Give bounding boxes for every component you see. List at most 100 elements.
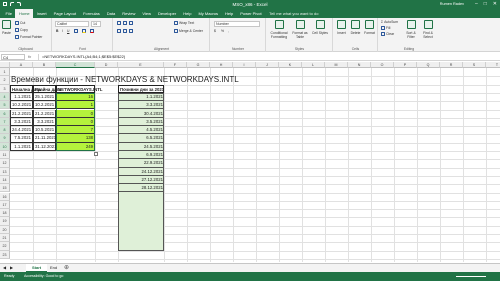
row-header[interactable]: 22 bbox=[0, 242, 10, 251]
holiday-cell[interactable]: 24.12.2021 bbox=[118, 168, 164, 176]
row-header[interactable]: 20 bbox=[0, 225, 10, 234]
fill-button[interactable]: Fill bbox=[381, 26, 390, 30]
maximize-icon[interactable]: □ bbox=[484, 1, 487, 7]
sort-filter-button[interactable]: Sort & Filter bbox=[403, 20, 419, 39]
currency-button[interactable]: $ bbox=[214, 29, 216, 33]
start-date-cell[interactable]: 3.3.2021 bbox=[10, 117, 33, 127]
column-header[interactable]: I bbox=[233, 62, 256, 68]
column-header[interactable]: D bbox=[95, 62, 118, 68]
fx-icon[interactable]: fx bbox=[28, 54, 31, 59]
font-name-dropdown[interactable]: Calibri bbox=[55, 21, 89, 27]
tab-1[interactable]: Home bbox=[15, 9, 34, 18]
column-header[interactable]: L bbox=[302, 62, 325, 68]
column-header[interactable]: N bbox=[348, 62, 371, 68]
end-date-cell[interactable]: 10.5.2021 bbox=[33, 126, 56, 135]
row-header[interactable]: 2 bbox=[0, 76, 10, 85]
tell-me-search[interactable]: Tell me what you want to do bbox=[269, 11, 318, 16]
row-header[interactable]: 18 bbox=[0, 209, 10, 218]
row-header[interactable]: 17 bbox=[0, 200, 10, 210]
column-header[interactable]: M bbox=[325, 62, 348, 68]
holiday-cell[interactable]: 6.9.2021 bbox=[118, 151, 164, 160]
tab-7[interactable]: View bbox=[139, 9, 155, 18]
column-title-func[interactable]: NETWORKDAYS.INTL bbox=[56, 84, 102, 93]
accessibility-status[interactable]: Accessibility: Good to go bbox=[24, 274, 63, 278]
holiday-cell[interactable]: 28.12.2021 bbox=[118, 184, 164, 193]
column-header[interactable]: Q bbox=[417, 62, 440, 68]
align-center-button[interactable] bbox=[123, 29, 127, 33]
find-select-button[interactable]: Find & Select bbox=[420, 20, 436, 39]
tab-2[interactable]: Insert bbox=[33, 9, 50, 18]
prev-sheet-icon[interactable]: ◀ bbox=[3, 265, 6, 270]
number-format-dropdown[interactable]: Number bbox=[214, 21, 260, 27]
tab-8[interactable]: Developer bbox=[154, 9, 179, 18]
row-header[interactable]: 23 bbox=[0, 250, 10, 259]
holiday-cell[interactable]: 30.4.2021 bbox=[118, 110, 164, 118]
tab-3[interactable]: Page Layout bbox=[50, 9, 79, 18]
align-right-button[interactable] bbox=[129, 29, 133, 33]
row-header[interactable]: 8 bbox=[0, 126, 10, 135]
column-title-end[interactable]: Крайна дата bbox=[33, 84, 61, 93]
row-header[interactable]: 5 bbox=[0, 101, 10, 110]
borders-button[interactable] bbox=[74, 29, 78, 33]
end-date-cell[interactable]: 21.11.2021 bbox=[33, 134, 56, 143]
delete-cells-button[interactable]: Delete bbox=[349, 20, 362, 35]
add-sheet-icon[interactable]: ⊕ bbox=[64, 264, 69, 271]
sheet-tab-end[interactable]: End bbox=[44, 264, 63, 272]
column-header[interactable]: E bbox=[118, 62, 164, 68]
align-top-button[interactable] bbox=[117, 21, 121, 25]
end-date-cell[interactable]: 10.2.2021 bbox=[33, 101, 56, 110]
holiday-cell[interactable]: 4.5.2021 bbox=[118, 126, 164, 135]
paste-button[interactable]: Paste bbox=[2, 20, 11, 35]
row-header[interactable]: 10 bbox=[0, 142, 10, 151]
tab-6[interactable]: Review bbox=[119, 9, 139, 18]
holiday-cell[interactable]: 3.3.2021 bbox=[118, 101, 164, 110]
column-header[interactable]: T bbox=[486, 62, 500, 68]
row-header[interactable]: 4 bbox=[0, 92, 10, 102]
start-date-cell[interactable]: 24.4.2021 bbox=[10, 126, 33, 135]
column-header[interactable]: J bbox=[256, 62, 279, 68]
italic-button[interactable]: I bbox=[62, 29, 63, 33]
column-title-start[interactable]: Начална дата bbox=[10, 84, 41, 93]
row-header[interactable]: 12 bbox=[0, 159, 10, 168]
start-date-cell[interactable]: 7.5.2021 bbox=[10, 134, 33, 143]
row-header[interactable]: 1 bbox=[0, 68, 10, 77]
column-header[interactable]: B bbox=[33, 62, 56, 68]
end-date-cell[interactable]: 31.12.2021 bbox=[33, 142, 57, 151]
wrap-text-button[interactable]: Wrap Text bbox=[174, 21, 194, 25]
start-date-cell[interactable]: 1.1.2021 bbox=[10, 92, 33, 102]
row-header[interactable]: 11 bbox=[0, 151, 10, 160]
quick-analysis-icon[interactable] bbox=[94, 152, 98, 156]
row-header[interactable]: 19 bbox=[0, 217, 10, 226]
sheet-title[interactable]: Времеви функции - NETWORKDAYS & NETWORKD… bbox=[11, 75, 239, 84]
close-icon[interactable]: ✕ bbox=[493, 1, 497, 7]
zoom-slider[interactable] bbox=[456, 276, 486, 277]
start-date-cell[interactable]: 10.2.2021 bbox=[10, 101, 33, 110]
tab-0[interactable]: File bbox=[2, 9, 15, 18]
holiday-cell[interactable]: 24.5.2021 bbox=[118, 143, 164, 151]
underline-button[interactable]: U bbox=[67, 29, 69, 33]
worksheet-grid[interactable]: A B C D E F G H I J K L M N O P Q R S T 1 2 3 4 5 6 7 8 9 10 11 12 13 14 1… bbox=[0, 62, 500, 262]
column-title-holidays[interactable]: Почивни дни за 2021 bbox=[118, 84, 164, 93]
minimize-icon[interactable]: – bbox=[475, 1, 478, 7]
holiday-cell[interactable]: 1.1.2021 bbox=[118, 93, 164, 102]
percent-button[interactable]: % bbox=[221, 29, 224, 33]
font-size-dropdown[interactable]: 14 bbox=[91, 21, 101, 27]
cut-button[interactable]: Cut bbox=[15, 21, 25, 25]
column-header[interactable]: F bbox=[164, 62, 187, 68]
row-header[interactable]: 15 bbox=[0, 184, 10, 193]
row-header[interactable]: 9 bbox=[0, 134, 10, 143]
end-date-cell[interactable]: 3.3.2021 bbox=[33, 117, 56, 127]
format-as-table-button[interactable]: Format as Table bbox=[290, 20, 310, 39]
cell-styles-button[interactable]: Cell Styles bbox=[311, 20, 329, 35]
tab-5[interactable]: Data bbox=[103, 9, 118, 18]
column-header[interactable]: P bbox=[394, 62, 417, 68]
user-name[interactable]: Rumen Radev bbox=[440, 2, 464, 6]
conditional-formatting-button[interactable]: Conditional Formatting bbox=[268, 20, 290, 39]
row-header[interactable]: 6 bbox=[0, 109, 10, 118]
formula-input[interactable]: =NETWORKDAYS.INTL(A4;B4;1;$E$5:$E$22) bbox=[38, 54, 498, 60]
next-sheet-icon[interactable]: ▶ bbox=[10, 265, 13, 270]
row-header[interactable]: 16 bbox=[0, 192, 10, 201]
name-box[interactable]: C4 bbox=[1, 54, 25, 60]
comma-button[interactable]: , bbox=[228, 29, 229, 33]
holiday-cell[interactable]: 22.9.2021 bbox=[118, 159, 164, 168]
